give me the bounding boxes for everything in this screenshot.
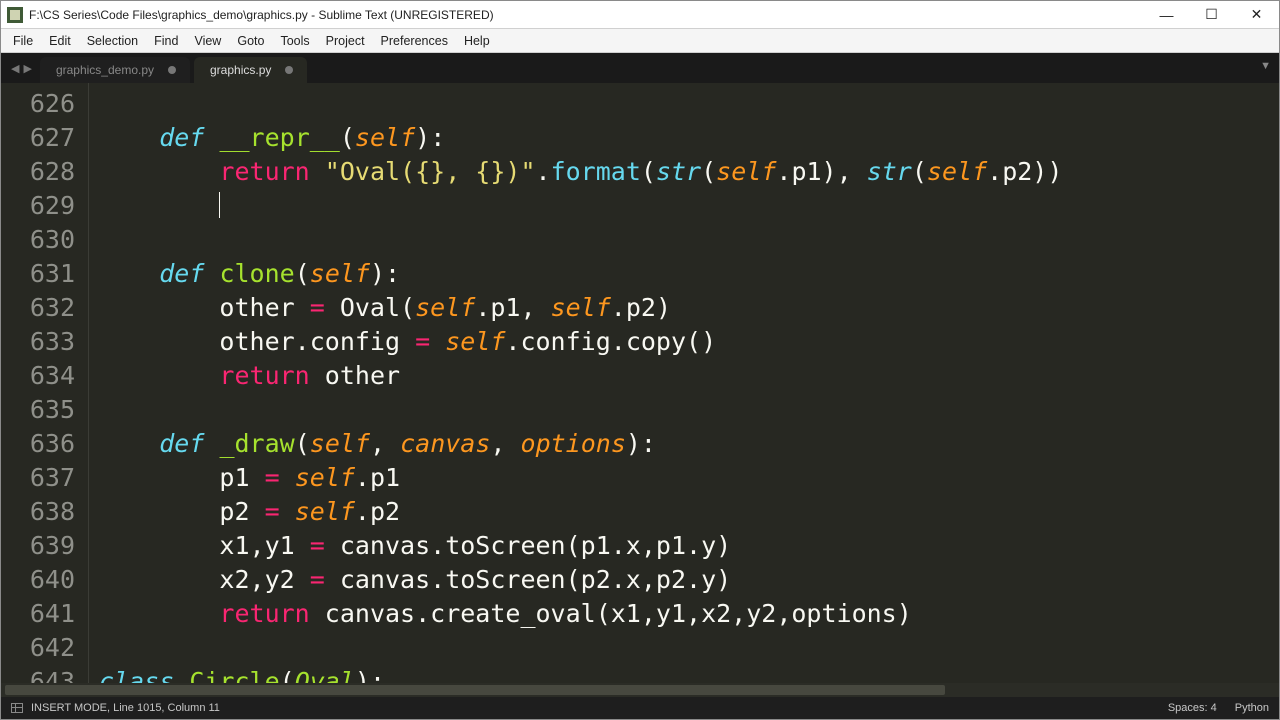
chevron-right-icon: ▶ — [21, 62, 33, 75]
window-controls: — ☐ ✕ — [1144, 1, 1279, 28]
minimize-button[interactable]: — — [1144, 1, 1189, 28]
app-icon — [7, 7, 23, 23]
app-window: F:\CS Series\Code Files\graphics_demo\gr… — [0, 0, 1280, 720]
menu-tools[interactable]: Tools — [272, 31, 317, 51]
status-spaces[interactable]: Spaces: 4 — [1168, 702, 1217, 714]
menu-project[interactable]: Project — [318, 31, 373, 51]
menu-preferences[interactable]: Preferences — [373, 31, 456, 51]
window-title: F:\CS Series\Code Files\graphics_demo\gr… — [29, 8, 494, 22]
tab-overflow-icon[interactable]: ▼ — [1260, 60, 1271, 72]
menu-help[interactable]: Help — [456, 31, 498, 51]
dirty-indicator-icon — [285, 66, 293, 74]
panel-switch-icon[interactable] — [11, 703, 23, 713]
menubar: File Edit Selection Find View Goto Tools… — [1, 29, 1279, 53]
menu-view[interactable]: View — [186, 31, 229, 51]
tab-graphics[interactable]: graphics.py — [194, 57, 307, 83]
titlebar: F:\CS Series\Code Files\graphics_demo\gr… — [1, 1, 1279, 29]
scrollbar-thumb[interactable] — [5, 685, 945, 695]
tab-nav-arrows[interactable]: ◀▶ — [7, 53, 40, 83]
editor-area[interactable]: 6266276286296306316326336346356366376386… — [1, 83, 1279, 683]
tab-graphics-demo[interactable]: graphics_demo.py — [40, 57, 190, 83]
close-button[interactable]: ✕ — [1234, 1, 1279, 28]
chevron-left-icon: ◀ — [9, 62, 21, 75]
menu-file[interactable]: File — [5, 31, 41, 51]
horizontal-scrollbar[interactable] — [1, 683, 1279, 697]
statusbar: INSERT MODE, Line 1015, Column 11 Spaces… — [1, 697, 1279, 719]
tab-label: graphics_demo.py — [56, 63, 154, 77]
tab-strip: ◀▶ graphics_demo.py graphics.py ▼ — [1, 53, 1279, 83]
code-content[interactable]: def __repr__(self): return "Oval({}, {})… — [89, 83, 1279, 683]
menu-goto[interactable]: Goto — [229, 31, 272, 51]
maximize-button[interactable]: ☐ — [1189, 1, 1234, 28]
line-gutter: 6266276286296306316326336346356366376386… — [1, 83, 89, 683]
dirty-indicator-icon — [168, 66, 176, 74]
tab-label: graphics.py — [210, 63, 271, 77]
menu-edit[interactable]: Edit — [41, 31, 79, 51]
status-language[interactable]: Python — [1235, 702, 1269, 714]
status-mode: INSERT MODE, Line 1015, Column 11 — [31, 702, 220, 714]
menu-find[interactable]: Find — [146, 31, 186, 51]
menu-selection[interactable]: Selection — [79, 31, 146, 51]
